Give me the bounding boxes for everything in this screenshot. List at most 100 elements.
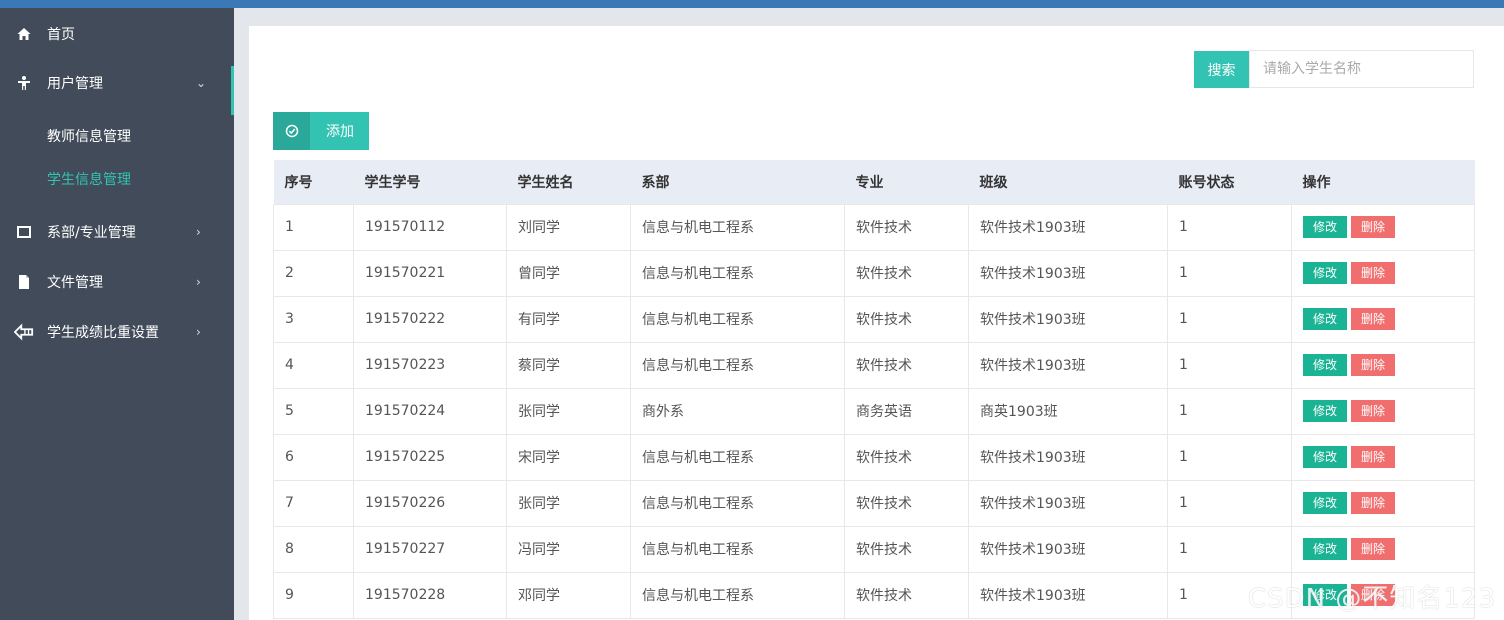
department-cell: 信息与机电工程系 (630, 203, 845, 251)
student-name-cell: 张同学 (506, 479, 631, 527)
table-row: 4 191570223 蔡同学 信息与机电工程系 软件技术 软件技术1903班 1 修改 删除 (273, 341, 1475, 389)
table-row: 1 191570112 刘同学 信息与机电工程系 软件技术 软件技术1903班 1 修改 删除 (273, 203, 1475, 251)
account-status-cell: 1 (1167, 249, 1292, 297)
chevron-right-icon: › (196, 225, 201, 239)
search-input[interactable] (1249, 50, 1474, 88)
edit-button[interactable]: 修改 (1303, 308, 1347, 330)
student-name-cell: 有同学 (506, 295, 631, 343)
column-header: 系部 (630, 160, 845, 204)
search-button[interactable]: 搜索 (1194, 51, 1249, 88)
row-number-cell: 5 (273, 387, 354, 435)
student-id-cell: 191570228 (353, 571, 507, 619)
edit-button[interactable]: 修改 (1303, 492, 1347, 514)
major-cell: 软件技术 (844, 203, 969, 251)
delete-button[interactable]: 删除 (1351, 538, 1395, 560)
column-header: 专业 (844, 160, 969, 204)
edit-button[interactable]: 修改 (1303, 400, 1347, 422)
student-id-cell: 191570225 (353, 433, 507, 481)
major-cell: 软件技术 (844, 479, 969, 527)
student-id-cell: 191570227 (353, 525, 507, 573)
student-id-cell: 191570226 (353, 479, 507, 527)
edit-button[interactable]: 修改 (1303, 262, 1347, 284)
sidebar-item-file-management[interactable]: 文件管理 › (0, 262, 234, 302)
sidebar-subitem-teacher-info[interactable]: 教师信息管理 (47, 126, 131, 146)
class-cell: 软件技术1903班 (968, 341, 1168, 389)
edit-button[interactable]: 修改 (1303, 446, 1347, 468)
actions-cell: 修改 删除 (1291, 387, 1475, 435)
student-id-cell: 191570221 (353, 249, 507, 297)
department-cell: 信息与机电工程系 (630, 571, 845, 619)
delete-button[interactable]: 删除 (1351, 492, 1395, 514)
add-button[interactable]: 添加 (273, 112, 369, 150)
class-cell: 软件技术1903班 (968, 249, 1168, 297)
major-cell: 软件技术 (844, 249, 969, 297)
sidebar-item-label: 首页 (47, 27, 75, 43)
department-cell: 信息与机电工程系 (630, 433, 845, 481)
sidebar-item-label: 学生成绩比重设置 (47, 325, 159, 341)
class-cell: 软件技术1903班 (968, 571, 1168, 619)
actions-cell: 修改 删除 (1291, 433, 1475, 481)
row-number-cell: 1 (273, 203, 354, 251)
account-status-cell: 1 (1167, 433, 1292, 481)
chevron-right-icon: › (196, 325, 201, 339)
class-cell: 软件技术1903班 (968, 433, 1168, 481)
student-table: 序号 学生学号 学生姓名 系部 专业 班级 账号状态 操作 1 191570112… (273, 160, 1475, 619)
row-number-cell: 8 (273, 525, 354, 573)
delete-button[interactable]: 删除 (1351, 216, 1395, 238)
major-cell: 软件技术 (844, 433, 969, 481)
edit-button[interactable]: 修改 (1303, 216, 1347, 238)
actions-cell: 修改 删除 (1291, 341, 1475, 389)
class-cell: 软件技术1903班 (968, 525, 1168, 573)
actions-cell: 修改 删除 (1291, 203, 1475, 251)
class-cell: 软件技术1903班 (968, 295, 1168, 343)
student-name-cell: 张同学 (506, 387, 631, 435)
student-id-cell: 191570222 (353, 295, 507, 343)
student-id-cell: 191570224 (353, 387, 507, 435)
column-header: 序号 (273, 160, 354, 204)
table-row: 8 191570227 冯同学 信息与机电工程系 软件技术 软件技术1903班 1 修改 删除 (273, 525, 1475, 573)
sidebar-item-user-management[interactable]: 用户管理 ⌄ (0, 63, 234, 103)
delete-button[interactable]: 删除 (1351, 308, 1395, 330)
student-name-cell: 曾同学 (506, 249, 631, 297)
table-header-row: 序号 学生学号 学生姓名 系部 专业 班级 账号状态 操作 (273, 160, 1475, 204)
major-cell: 软件技术 (844, 571, 969, 619)
delete-button[interactable]: 删除 (1351, 400, 1395, 422)
edit-button[interactable]: 修改 (1303, 538, 1347, 560)
edit-button[interactable]: 修改 (1303, 354, 1347, 376)
watermark: CSDN @不知名123 (1248, 584, 1497, 614)
row-number-cell: 9 (273, 571, 354, 619)
sidebar-item-label: 用户管理 (47, 76, 103, 92)
user-icon (14, 73, 34, 93)
chevron-right-icon: › (196, 275, 201, 289)
account-status-cell: 1 (1167, 341, 1292, 389)
student-name-cell: 邓同学 (506, 571, 631, 619)
column-header: 账号状态 (1167, 160, 1292, 204)
row-number-cell: 3 (273, 295, 354, 343)
column-header: 操作 (1291, 160, 1475, 204)
column-header: 学生姓名 (506, 160, 631, 204)
check-circle-icon (273, 112, 310, 150)
sidebar-item-label: 系部/专业管理 (47, 225, 136, 241)
sidebar-item-department-management[interactable]: 系部/专业管理 › (0, 212, 234, 252)
table-row: 5 191570224 张同学 商外系 商务英语 商英1903班 1 修改 删除 (273, 387, 1475, 435)
delete-button[interactable]: 删除 (1351, 354, 1395, 376)
add-button-label: 添加 (326, 124, 354, 140)
delete-button[interactable]: 删除 (1351, 262, 1395, 284)
row-number-cell: 6 (273, 433, 354, 481)
student-name-cell: 冯同学 (506, 525, 631, 573)
account-status-cell: 1 (1167, 203, 1292, 251)
student-name-cell: 蔡同学 (506, 341, 631, 389)
chevron-down-icon: ⌄ (196, 76, 207, 90)
student-name-cell: 刘同学 (506, 203, 631, 251)
scale-icon (14, 322, 34, 342)
table-row: 3 191570222 有同学 信息与机电工程系 软件技术 软件技术1903班 1 修改 删除 (273, 295, 1475, 343)
delete-button[interactable]: 删除 (1351, 446, 1395, 468)
department-cell: 信息与机电工程系 (630, 479, 845, 527)
sidebar-item-home[interactable]: 首页 (0, 14, 234, 54)
sidebar-item-grade-weight-settings[interactable]: 学生成绩比重设置 › (0, 312, 234, 352)
sidebar-subitem-student-info[interactable]: 学生信息管理 (47, 169, 131, 189)
column-header: 班级 (968, 160, 1168, 204)
actions-cell: 修改 删除 (1291, 525, 1475, 573)
row-number-cell: 2 (273, 249, 354, 297)
student-name-cell: 宋同学 (506, 433, 631, 481)
